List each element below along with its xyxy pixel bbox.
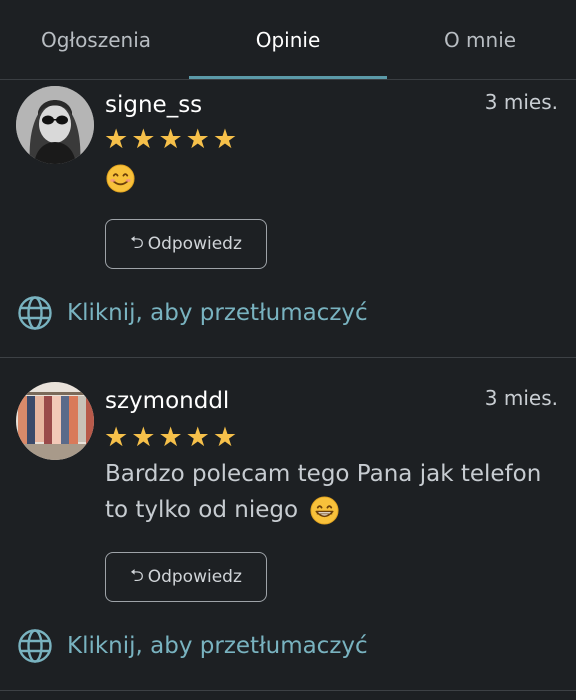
smiling-face-emoji xyxy=(106,164,135,193)
star-icon: ★ xyxy=(131,124,156,155)
divider xyxy=(0,690,576,691)
reply-icon: ⮌ xyxy=(130,232,144,253)
avatar[interactable] xyxy=(16,382,94,460)
tab-reviews[interactable]: Opinie xyxy=(192,0,384,80)
username[interactable]: signe_ss xyxy=(105,92,202,118)
star-icon: ★ xyxy=(158,124,183,155)
translate-link[interactable]: Kliknij, aby przetłumaczyć xyxy=(17,628,368,664)
tab-about[interactable]: O mnie xyxy=(384,0,576,80)
globe-icon xyxy=(18,629,52,663)
tab-listings[interactable]: Ogłoszenia xyxy=(0,0,192,80)
review-time: 3 mies. xyxy=(484,90,558,114)
rating-stars: ★ ★ ★ ★ ★ xyxy=(104,126,237,154)
reply-label: Odpowiedz xyxy=(147,234,242,254)
comment-line: Bardzo polecam tego Pana jak telefon xyxy=(105,461,542,487)
comment-line: to tylko od niego xyxy=(105,492,560,528)
tab-bar: Ogłoszenia Opinie O mnie xyxy=(0,0,576,80)
review-comment xyxy=(105,160,560,196)
grinning-face-emoji xyxy=(310,496,339,525)
star-icon: ★ xyxy=(131,422,156,453)
star-icon: ★ xyxy=(185,422,210,453)
star-icon: ★ xyxy=(104,422,129,453)
reply-label: Odpowiedz xyxy=(147,567,242,587)
star-icon: ★ xyxy=(104,124,129,155)
star-icon: ★ xyxy=(185,124,210,155)
reply-button[interactable]: ⮌ Odpowiedz xyxy=(105,552,267,602)
translate-label: Kliknij, aby przetłumaczyć xyxy=(67,300,368,326)
review-comment: Bardzo polecam tego Pana jak telefon to … xyxy=(105,456,560,528)
reply-icon: ⮌ xyxy=(130,565,144,586)
review-item: signe_ss 3 mies. ★ ★ ★ ★ ★ ⮌ Odpowiedz K… xyxy=(0,80,576,358)
star-icon: ★ xyxy=(158,422,183,453)
review-time: 3 mies. xyxy=(484,386,558,410)
translate-label: Kliknij, aby przetłumaczyć xyxy=(67,633,368,659)
active-tab-indicator xyxy=(189,76,387,79)
star-icon: ★ xyxy=(212,124,238,155)
avatar[interactable] xyxy=(16,86,94,164)
translate-link[interactable]: Kliknij, aby przetłumaczyć xyxy=(17,295,368,331)
star-icon: ★ xyxy=(212,422,238,453)
review-item: szymonddl 3 mies. ★ ★ ★ ★ ★ Bardzo polec… xyxy=(0,358,576,690)
username[interactable]: szymonddl xyxy=(105,388,229,414)
globe-icon xyxy=(18,296,52,330)
reply-button[interactable]: ⮌ Odpowiedz xyxy=(105,219,267,269)
rating-stars: ★ ★ ★ ★ ★ xyxy=(104,424,237,452)
